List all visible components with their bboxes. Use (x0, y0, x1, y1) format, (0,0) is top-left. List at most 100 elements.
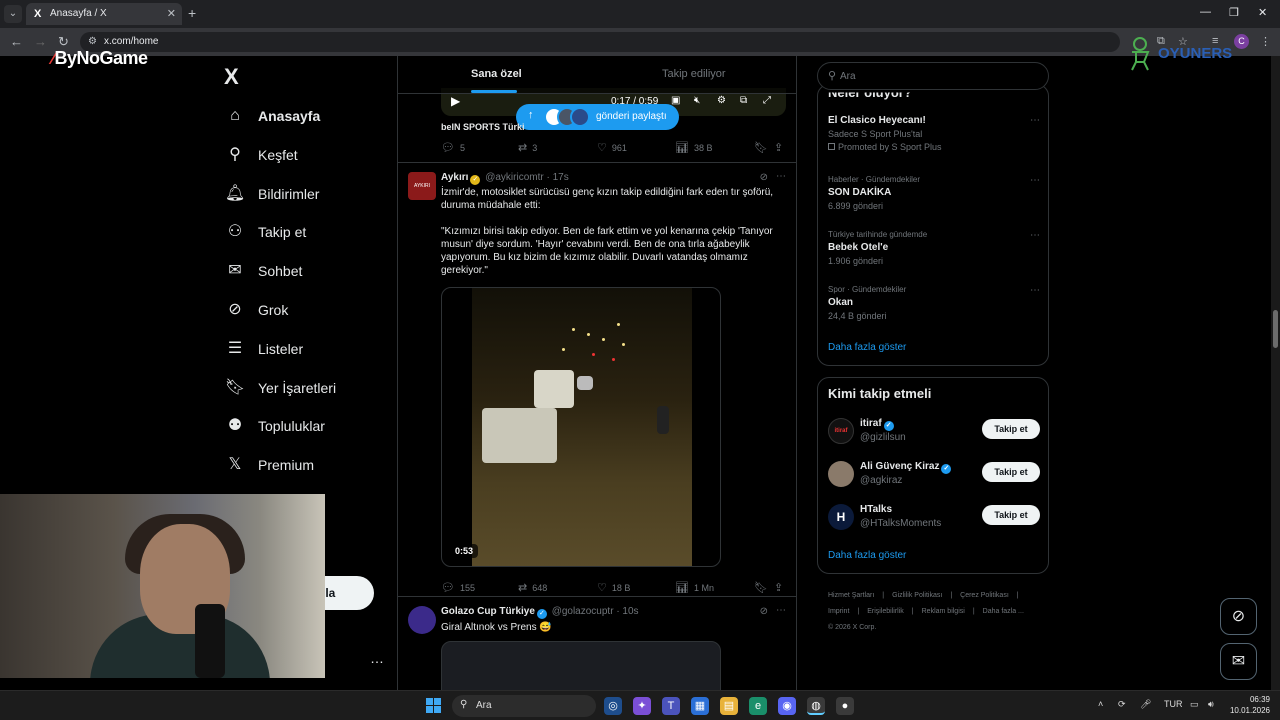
tweet-author[interactable]: Aykırı (441, 172, 468, 183)
avatar[interactable] (408, 606, 436, 634)
tweet-golazo[interactable]: Golazo Cup Türkiye ✓ @golazocuptr · 10s ⊘… (398, 597, 796, 690)
tab-search-button[interactable]: ⌄ (4, 5, 22, 23)
grok-icon[interactable]: ⊘ (760, 172, 768, 183)
tweet-handle[interactable]: @aykiricomtr (485, 172, 544, 183)
follow-button[interactable]: Takip et (982, 505, 1040, 525)
like-button[interactable]: ♡ 961 (597, 141, 627, 154)
file-explorer-icon[interactable]: ▤ (720, 697, 738, 715)
reply-button[interactable]: 💬︎ 155 (441, 581, 475, 594)
trend-item[interactable]: El Clasico Heyecanı! Sadece S Sport Plus… (828, 115, 1040, 152)
trend-item[interactable]: Spor · Gündemdekiler Okan 24,4 B gönderi… (828, 285, 1040, 321)
footer-link[interactable]: Gizlilik Politikası (892, 592, 942, 599)
fullscreen-icon[interactable]: ⤢ (763, 95, 771, 106)
footer-link[interactable]: Erişilebilirlik (867, 608, 904, 615)
teams-icon[interactable]: T (662, 697, 680, 715)
follow-button[interactable]: Takip et (982, 419, 1040, 439)
avatar[interactable]: H (828, 504, 854, 530)
network-icon[interactable]: ▭ (1190, 699, 1199, 710)
restore-icon[interactable]: ❐ (1229, 6, 1239, 19)
back-icon[interactable]: ← (10, 34, 23, 49)
footer-link[interactable]: Hizmet Şartları (828, 592, 874, 599)
trend-item[interactable]: Türkiye tarihinde gündemde Bebek Otel'e … (828, 230, 1040, 266)
sidebar-item-explore[interactable]: ⚲ Keşfet (224, 141, 298, 169)
tweet-video[interactable]: 0:53 (441, 287, 721, 567)
sidebar-item-follow[interactable]: ⚇ Takip et (224, 218, 306, 246)
suggested-account[interactable]: Ali Güvenç Kiraz ✓ @agkiraz Takip et (828, 459, 1040, 493)
menu-kebab-icon[interactable]: ⋮ (1260, 35, 1271, 48)
search-input[interactable]: ⚲ Ara (817, 62, 1049, 90)
sidebar-item-bookmarks[interactable]: 🔖︎ Yer İşaretleri (224, 374, 336, 402)
avatar[interactable]: itiraf (828, 418, 854, 444)
tab-for-you[interactable]: Sana özel (471, 68, 522, 80)
taskbar-clock[interactable]: 06:39 10.01.2026 (1228, 694, 1270, 716)
bookmark-button[interactable]: 🔖︎ (754, 141, 773, 154)
taskbar-search[interactable]: ⚲ Ara (452, 695, 596, 717)
discord-icon[interactable]: ◉ (778, 697, 796, 715)
close-window-icon[interactable]: ✕ (1258, 6, 1267, 19)
tab-close-icon[interactable]: ✕ (167, 7, 176, 20)
more-icon[interactable]: ⋯ (776, 171, 786, 182)
footer-link[interactable]: Imprint (828, 608, 849, 615)
more-icon[interactable]: ⋯ (1030, 175, 1040, 186)
mute-icon[interactable]: 🔇︎ (694, 95, 700, 106)
microphone-icon[interactable]: 🎤︎ (1140, 699, 1151, 710)
play-icon[interactable]: ▶ (451, 94, 460, 108)
follow-button[interactable]: Takip et (982, 462, 1040, 482)
obs-icon[interactable]: ● (836, 697, 854, 715)
forward-icon[interactable]: → (34, 34, 47, 49)
suggested-account[interactable]: itiraf itiraf ✓ @gizlilsun Takip et (828, 416, 1040, 450)
tweet-aykiri[interactable]: AYKIRI Aykırı ✓ @aykiricomtr · 17s ⊘ ⋯ İz… (398, 163, 796, 595)
footer-more-link[interactable]: Daha fazla ... (983, 608, 1024, 615)
trend-item[interactable]: Haberler · Gündemdekiler SON DAKİKA 6.89… (828, 175, 1040, 211)
more-icon[interactable]: ⋯ (1030, 115, 1040, 126)
messages-fab[interactable]: ✉ (1220, 643, 1257, 680)
tab-following[interactable]: Takip ediliyor (662, 68, 726, 80)
settings-icon[interactable]: ⚙ (717, 95, 726, 106)
sidebar-item-communities[interactable]: ⚉ Topluluklar (224, 412, 325, 440)
repost-button[interactable]: ⇄ 3 (518, 141, 537, 154)
grok-icon[interactable]: ⊘ (760, 606, 768, 617)
gif-icon[interactable]: ▣ (671, 95, 680, 106)
windows-start-icon[interactable] (426, 698, 442, 714)
store-icon[interactable]: ▦ (691, 697, 709, 715)
tweet-author[interactable]: Golazo Cup Türkiye (441, 606, 535, 617)
share-button[interactable]: ⇪ (774, 581, 788, 594)
trends-show-more-link[interactable]: Daha fazla göster (828, 342, 906, 353)
page-scrollbar[interactable] (1271, 56, 1280, 690)
sidebar-item-grok[interactable]: ⊘ Grok (224, 296, 288, 324)
more-icon[interactable]: ⋯ (1030, 285, 1040, 296)
x-logo-icon[interactable]: X (224, 64, 239, 90)
edge-icon[interactable]: e (749, 697, 767, 715)
avatar[interactable]: AYKIRI (408, 172, 436, 200)
more-icon[interactable]: ⋯ (1030, 230, 1040, 241)
chrome-icon[interactable]: ◍ (807, 697, 825, 715)
tweet-media[interactable] (441, 641, 721, 690)
tray-overflow-icon[interactable]: ˄ (1098, 699, 1103, 709)
sidebar-item-lists[interactable]: ☰ Listeler (224, 335, 303, 363)
minimize-icon[interactable]: — (1200, 6, 1211, 18)
copilot-icon[interactable]: ✦ (633, 697, 651, 715)
views-button[interactable]: 📊︎ 1 Mn (675, 581, 714, 594)
pip-icon[interactable]: ⧉ (740, 95, 747, 106)
repost-button[interactable]: ⇄ 648 (518, 581, 547, 594)
scrollbar-thumb[interactable] (1273, 310, 1278, 348)
language-indicator[interactable]: TUR (1164, 699, 1183, 709)
account-more-icon[interactable]: … (370, 650, 384, 666)
suggested-account[interactable]: H HTalks @HTalksMoments Takip et (828, 502, 1040, 536)
tweet-handle[interactable]: @golazocuptr (552, 606, 614, 617)
avatar[interactable] (828, 461, 854, 487)
new-posts-pill[interactable]: ↑ gönderi paylaştı (516, 104, 679, 130)
bookmark-button[interactable]: 🔖︎ (754, 581, 773, 594)
sidebar-item-notifications[interactable]: 🔔︎ Bildirimler (224, 180, 320, 208)
views-button[interactable]: 📊︎ 38 B (675, 141, 712, 154)
browser-tab[interactable]: X Anasayfa / X ✕ (26, 3, 182, 25)
sidebar-item-premium[interactable]: 𝕏 Premium (224, 451, 314, 479)
more-icon[interactable]: ⋯ (776, 605, 786, 616)
grok-fab[interactable]: ⊘ (1220, 598, 1257, 635)
who-show-more-link[interactable]: Daha fazla göster (828, 550, 906, 561)
new-tab-icon[interactable]: + (188, 5, 196, 21)
footer-link[interactable]: Çerez Politikası (960, 592, 1009, 599)
site-info-icon[interactable]: ⚙ (88, 36, 97, 47)
url-field[interactable]: ⚙ x.com/home (80, 32, 1120, 52)
sync-icon[interactable]: ⟳ (1118, 699, 1126, 710)
